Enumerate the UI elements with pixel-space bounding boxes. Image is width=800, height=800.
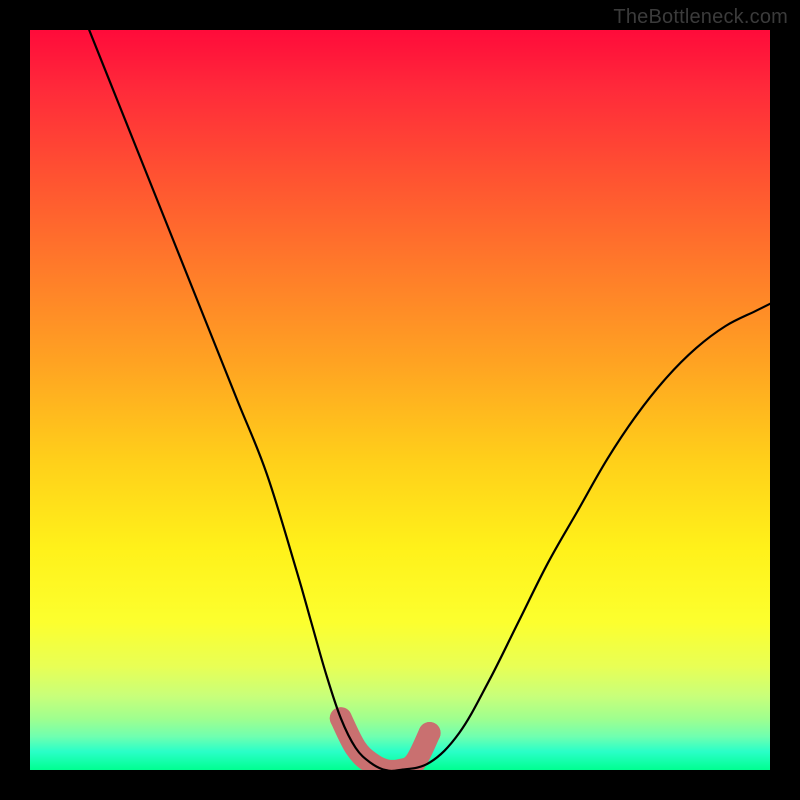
optimal-zone-dot-end xyxy=(419,722,441,744)
chart-frame: TheBottleneck.com xyxy=(0,0,800,800)
plot-area xyxy=(30,30,770,770)
chart-svg xyxy=(30,30,770,770)
watermark: TheBottleneck.com xyxy=(613,6,788,29)
bottleneck-curve xyxy=(89,30,770,770)
